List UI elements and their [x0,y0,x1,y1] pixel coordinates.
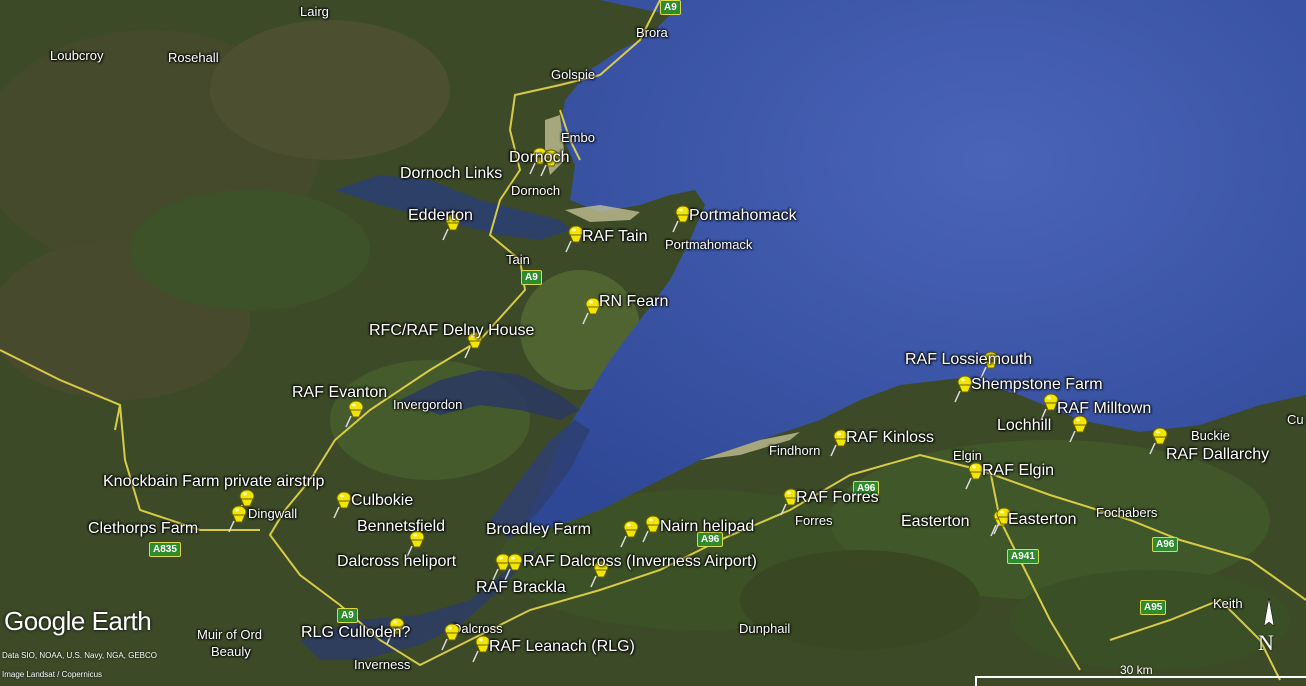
place-dunphail: Dunphail [739,621,791,636]
place-dornoch: Dornoch [511,183,561,198]
place-lairg: Lairg [300,4,329,19]
place-muir-of-ord: Muir of Ord [197,627,263,642]
place-rosehall: Rosehall [168,50,219,65]
placemark-bennetsfield[interactable]: Bennetsfield [357,519,445,535]
placemark-raf-leanach[interactable]: RAF Leanach (RLG) [489,639,635,655]
place-inverness: Inverness [354,657,411,672]
place-invergordon: Invergordon [393,397,463,412]
road-shield-a835: A835 [149,542,181,557]
placemark-raf-milltown[interactable]: RAF Milltown [1057,401,1151,417]
place-embo: Embo [561,130,595,145]
placemark-raf-dallarchy[interactable]: RAF Dallarchy [1166,447,1269,463]
place-portmahomack: Portmahomack [665,237,753,252]
compass-north-label: N [1258,630,1274,655]
placemark-knockbain-farm[interactable]: Knockbain Farm private airstrip [103,474,324,490]
placemark-easterton-west[interactable]: Easterton [901,514,969,530]
placemark-dalcross-heliport[interactable]: Dalcross heliport [337,554,456,570]
road-shield-a96-fochabers: A96 [1152,537,1179,552]
placemark-rn-fearn[interactable]: RN Fearn [599,294,668,310]
place-tain: Tain [506,252,530,267]
placemark-dornoch[interactable]: Dornoch [509,150,569,166]
place-golspie: Golspie [551,67,596,82]
pushpin-icon[interactable] [343,399,367,429]
place-fochabers: Fochabers [1096,505,1158,520]
placemark-raf-brackla[interactable]: RAF Brackla [476,580,566,596]
placemark-raf-tain[interactable]: RAF Tain [582,229,648,245]
placemark-broadley-farm[interactable]: Broadley Farm [486,522,591,538]
placemark-raf-lossiemouth[interactable]: RAF Lossiemouth [905,352,1032,368]
placemark-easterton-east[interactable]: Easterton [1008,512,1076,528]
place-findhorn: Findhorn [769,443,821,458]
scale-label: 30 km [1120,663,1153,677]
road-shield-a9-tain: A9 [521,270,542,285]
placemark-shempstone-farm[interactable]: Shempstone Farm [971,377,1103,393]
road-shield-a9-top: A9 [660,0,681,15]
placemark-culbokie[interactable]: Culbokie [351,493,413,509]
placemark-dornoch-links[interactable]: Dornoch Links [400,166,502,182]
credit-data: Data SIO, NOAA, U.S. Navy, NGA, GEBCO [2,651,157,660]
road-shield-a9-inverness: A9 [337,608,358,623]
placemark-rlg-culloden[interactable]: RLG Culloden? [301,625,410,641]
google-earth-logo: Google Earth [4,606,152,636]
road-shield-a95: A95 [1140,600,1167,615]
road-shield-a941: A941 [1007,549,1039,564]
satellite-map[interactable] [0,0,1306,686]
pushpin-icon[interactable] [439,622,463,652]
credit-imagery: Image Landsat / Copernicus [2,670,103,679]
pushpin-icon[interactable] [618,519,642,549]
placemark-raf-forres[interactable]: RAF Forres [796,490,879,506]
place-loubcroy: Loubcroy [50,48,104,63]
placemark-nairn-helipad[interactable]: Nairn helipad [660,519,754,535]
placemark-raf-dalcross[interactable]: RAF Dalcross (Inverness Airport) [523,554,757,570]
placemark-raf-elgin[interactable]: RAF Elgin [982,463,1054,479]
place-keith: Keith [1213,596,1243,611]
placemark-edderton[interactable]: Edderton [408,208,473,224]
placemark-clethorps-farm[interactable]: Clethorps Farm [88,521,198,537]
placemark-portmahomack[interactable]: Portmahomack [689,208,797,224]
pushpin-icon[interactable] [226,504,250,534]
placemark-rfc-raf-delny-house[interactable]: RFC/RAF Delny House [369,323,534,339]
placemark-raf-kinloss[interactable]: RAF Kinloss [846,430,934,446]
place-beauly: Beauly [211,644,251,659]
place-buckie: Buckie [1191,428,1231,443]
scale-bar [975,676,1306,686]
place-cu: Cu [1287,412,1304,427]
place-brora: Brora [636,25,668,40]
placemark-lochhill[interactable]: Lochhill [997,418,1051,434]
placemark-raf-evanton[interactable]: RAF Evanton [292,385,387,401]
pushpin-icon[interactable] [1067,414,1091,444]
